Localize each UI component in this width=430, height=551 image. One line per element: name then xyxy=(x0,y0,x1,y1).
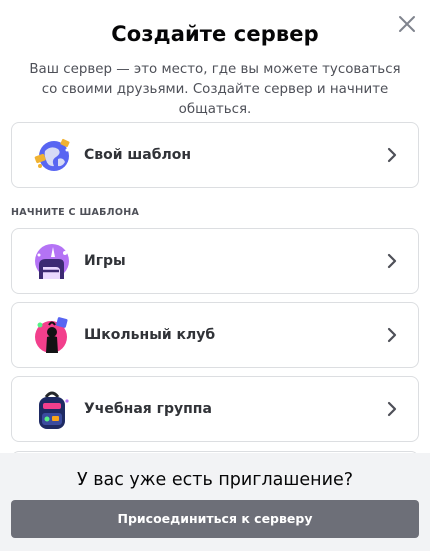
invite-prompt: У вас уже есть приглашение? xyxy=(76,470,354,490)
backpack-icon xyxy=(39,391,69,429)
globe-icon xyxy=(34,138,70,171)
chevron-right-icon xyxy=(387,253,397,269)
section-label: НАЧНИТЕ С ШАБЛОНА xyxy=(11,207,140,218)
modal-title: Создайте сервер xyxy=(111,22,319,46)
join-server-button[interactable]: Присоединиться к серверу xyxy=(11,500,419,538)
school-club-icon xyxy=(35,317,68,353)
modal-footer: У вас уже есть приглашение? Присоединить… xyxy=(0,453,430,551)
create-server-modal: Создайте сервер Ваш сервер — это место, … xyxy=(0,0,430,551)
option-label: Свой шаблон xyxy=(84,147,192,163)
chevron-right-icon xyxy=(387,327,397,343)
chevron-right-icon xyxy=(387,401,397,417)
chevron-right-icon xyxy=(387,147,397,163)
option-label: Школьный клуб xyxy=(84,327,216,343)
gaming-icon xyxy=(35,244,69,279)
modal-subtitle: Ваш сервер — это место, где вы можете ту… xyxy=(29,62,401,117)
option-template-gaming[interactable]: Игры xyxy=(11,228,419,294)
option-label: Игры xyxy=(84,253,126,269)
option-template-study-group[interactable]: Учебная группа xyxy=(11,376,419,442)
option-custom-template[interactable]: Свой шаблон xyxy=(11,122,419,188)
option-label: Учебная группа xyxy=(84,401,212,417)
option-template-school-club[interactable]: Школьный клуб xyxy=(11,302,419,368)
